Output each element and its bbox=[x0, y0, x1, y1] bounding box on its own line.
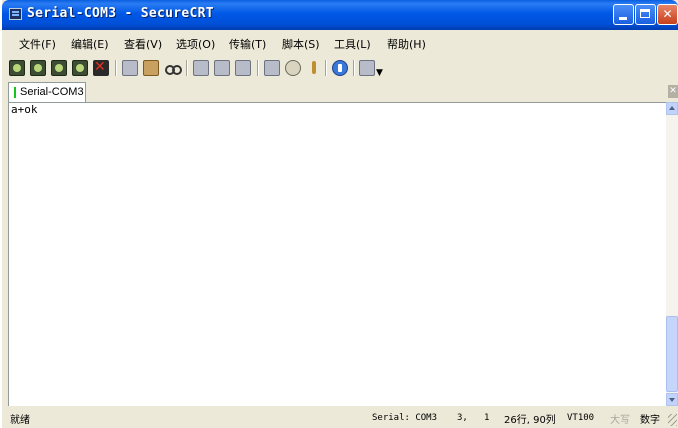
reconnect-icon[interactable] bbox=[72, 60, 88, 76]
chevron-up-icon bbox=[669, 106, 675, 110]
toolbar-overflow-icon[interactable]: ▼ bbox=[376, 68, 383, 78]
find-icon[interactable] bbox=[164, 60, 182, 76]
status-num-lock: 数字 bbox=[640, 415, 660, 426]
close-button[interactable]: ✕ bbox=[657, 4, 678, 25]
resize-grip-icon[interactable] bbox=[668, 414, 677, 426]
toolbar-separator bbox=[257, 60, 259, 76]
maximize-icon bbox=[640, 9, 650, 18]
chevron-down-icon bbox=[669, 398, 675, 402]
scroll-thumb[interactable] bbox=[666, 316, 678, 392]
tab-serial-com3[interactable]: Serial-COM3 bbox=[8, 82, 86, 102]
minimize-button[interactable] bbox=[613, 4, 634, 25]
quick-connect-icon[interactable] bbox=[30, 60, 46, 76]
connection-status-icon bbox=[14, 87, 16, 98]
menu-options[interactable]: 选项(O) bbox=[176, 36, 215, 52]
menu-help[interactable]: 帮助(H) bbox=[387, 36, 426, 52]
minimize-icon bbox=[619, 17, 627, 20]
menu-view[interactable]: 查看(V) bbox=[124, 36, 162, 52]
menu-bar: 文件(F) 编辑(E) 查看(V) 选项(O) 传输(T) 脚本(S) 工具(L… bbox=[2, 32, 678, 54]
key-map-icon[interactable] bbox=[306, 60, 322, 76]
copy-icon[interactable] bbox=[122, 60, 138, 76]
print-icon[interactable] bbox=[235, 60, 251, 76]
close-tab-icon[interactable]: ✕ bbox=[668, 85, 678, 98]
menu-edit[interactable]: 编辑(E) bbox=[71, 36, 109, 52]
toolbar-separator bbox=[115, 60, 117, 76]
session-tab-row: Serial-COM3 ✕ bbox=[2, 82, 678, 102]
session-options-icon[interactable] bbox=[264, 60, 280, 76]
terminal-output[interactable]: a+ok bbox=[8, 102, 666, 406]
securecrt-window: Serial-COM3 - SecureCRT ✕ 文件(F) 编辑(E) 查看… bbox=[2, 0, 678, 428]
close-icon: ✕ bbox=[662, 7, 673, 21]
global-options-icon[interactable] bbox=[285, 60, 301, 76]
tab-label: Serial-COM3 bbox=[20, 86, 84, 98]
window-title: Serial-COM3 - SecureCRT bbox=[27, 6, 214, 21]
connect-in-tab-icon[interactable] bbox=[51, 60, 67, 76]
status-emulation: VT100 bbox=[567, 413, 595, 423]
scroll-up-button[interactable] bbox=[666, 102, 678, 115]
status-terminal-size: 26行, 90列 bbox=[504, 415, 556, 426]
help-icon[interactable] bbox=[332, 60, 348, 76]
connect-icon[interactable] bbox=[9, 60, 25, 76]
menu-script[interactable]: 脚本(S) bbox=[282, 36, 320, 52]
maximize-button[interactable] bbox=[635, 4, 656, 25]
securecrt-app-icon[interactable] bbox=[9, 8, 22, 20]
status-connection: Serial: COM3 bbox=[372, 413, 438, 423]
scroll-down-button[interactable] bbox=[666, 393, 678, 406]
toolbar-separator bbox=[325, 60, 327, 76]
print-setup-icon[interactable] bbox=[193, 60, 209, 76]
toolbar: ▼ bbox=[2, 54, 678, 82]
status-cursor-row: 3, bbox=[457, 413, 468, 423]
sftp-icon[interactable] bbox=[359, 60, 375, 76]
toolbar-separator bbox=[353, 60, 355, 76]
print-selection-icon[interactable] bbox=[214, 60, 230, 76]
disconnect-icon[interactable] bbox=[93, 59, 109, 76]
title-bar[interactable]: Serial-COM3 - SecureCRT ✕ bbox=[2, 0, 678, 30]
status-cursor-col: 1 bbox=[484, 413, 490, 423]
menu-tools[interactable]: 工具(L) bbox=[334, 36, 371, 52]
toolbar-separator bbox=[186, 60, 188, 76]
menu-transfer[interactable]: 传输(T) bbox=[229, 36, 266, 52]
paste-icon[interactable] bbox=[143, 60, 159, 76]
status-ready: 就绪 bbox=[10, 415, 30, 426]
terminal-line: a+ok bbox=[11, 103, 38, 116]
vertical-scrollbar[interactable] bbox=[666, 102, 678, 406]
status-caps-lock: 大写 bbox=[610, 415, 630, 426]
status-bar: 就绪 Serial: COM3 3, 1 26行, 90列 VT100 大写 数… bbox=[2, 406, 678, 428]
menu-file[interactable]: 文件(F) bbox=[19, 36, 56, 52]
